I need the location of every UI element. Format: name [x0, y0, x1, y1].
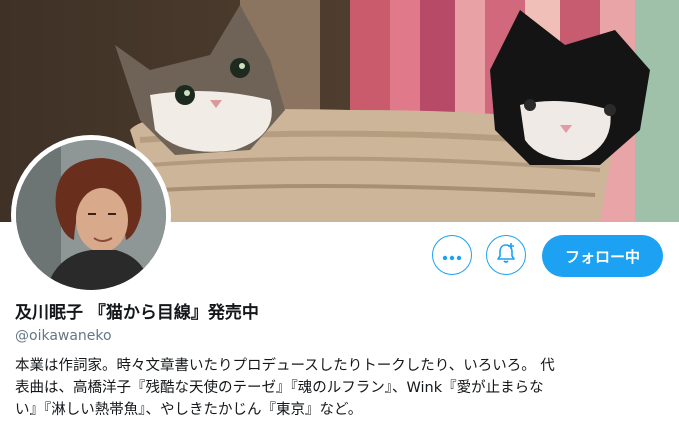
following-label: フォロー中 — [564, 247, 640, 266]
more-options-button[interactable] — [432, 235, 472, 275]
following-button[interactable]: フォロー中 — [542, 235, 663, 277]
profile-avatar[interactable] — [11, 135, 171, 295]
bio-line: 表曲は、高橋洋子『残酷な天使のテーゼ』『魂のルフラン』、Wink『愛が止まらな — [15, 380, 544, 396]
user-handle[interactable]: @oikawaneko — [15, 328, 112, 344]
bell-plus-icon — [495, 242, 517, 268]
bio-line: 本業は作詞家。時々文章書いたりプロデュースしたりトークしたり、いろいろ。 代 — [15, 358, 555, 374]
display-name: 及川眠子 『猫から目線』発売中 — [15, 303, 259, 323]
profile-bio: 本業は作詞家。時々文章書いたりプロデュースしたりトークしたり、いろいろ。 代 表… — [15, 355, 665, 421]
avatar-photo — [16, 140, 166, 290]
notifications-button[interactable] — [486, 235, 526, 275]
bio-line: い』『淋しい熱帯魚』、やしきたかじん『東京』など。 — [15, 402, 363, 418]
more-dots-icon — [442, 246, 462, 265]
